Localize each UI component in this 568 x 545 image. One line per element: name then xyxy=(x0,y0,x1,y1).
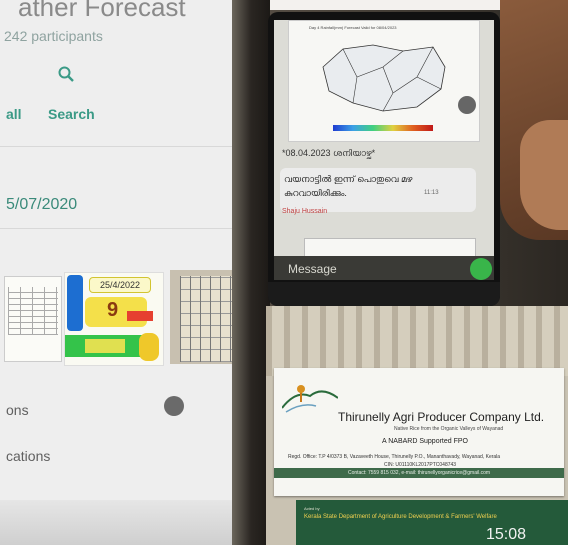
table-pattern xyxy=(266,306,568,376)
call-button[interactable]: all xyxy=(6,106,22,122)
map-title: Day 4 Rainfall(mm) Forecast Valid for 08… xyxy=(309,25,397,30)
message-line-1: വയനാട്ടിൽ ഇന്ന് പൊതുവെ മഴ xyxy=(284,174,413,184)
group-title: ather Forecast xyxy=(18,0,186,22)
share-icon[interactable] xyxy=(458,96,476,114)
option-communications[interactable]: cations xyxy=(6,448,50,464)
media-thumb-forecast[interactable]: 25/4/2022 9 xyxy=(64,272,164,366)
divider xyxy=(0,228,250,229)
mountain-logo-icon xyxy=(282,385,338,413)
sender-name: Shaju Hussain xyxy=(282,208,328,215)
contact-strip: Contact: 7559 815 032, e-mail: thirunell… xyxy=(274,468,564,478)
created-date: 5/07/2020 xyxy=(6,196,78,213)
registered-office: Regd. Office: T.P 4/0373 B, Vazaveeth Ho… xyxy=(288,454,501,460)
search-icon[interactable] xyxy=(58,66,74,82)
status-clock: 15:08 xyxy=(486,526,527,543)
thumb-number: 9 xyxy=(107,299,119,321)
message-time: 11:13 xyxy=(424,190,439,196)
left-phone-screen: ather Forecast 242 participants all Sear… xyxy=(0,0,250,545)
message-line-2: കുറവായിരിക്കും. xyxy=(284,188,347,198)
search-button[interactable]: Search xyxy=(48,106,95,122)
dark-gap xyxy=(232,0,270,545)
business-card: Thirunelly Agri Producer Company Ltd. Na… xyxy=(274,368,564,496)
media-thumb-table[interactable] xyxy=(4,276,62,362)
district-map xyxy=(322,44,446,112)
nabard-label: A NABARD Supported FPO xyxy=(382,438,468,445)
chat-screen: Day 4 Rainfall(mm) Forecast Valid for 08… xyxy=(274,20,494,280)
thumb-date: 25/4/2022 xyxy=(89,277,151,293)
message-input[interactable]: Message xyxy=(288,262,337,276)
participants-count: 242 participants xyxy=(4,28,103,44)
media-thumbnails: 25/4/2022 9 xyxy=(4,270,250,366)
department-board: Acted by Kerala State Department of Agri… xyxy=(296,500,568,545)
forecast-card-2[interactable] xyxy=(304,238,476,258)
hand-finger xyxy=(520,120,568,230)
divider xyxy=(0,146,250,147)
department-name: Kerala State Department of Agriculture D… xyxy=(304,514,497,520)
right-phone: Day 4 Rainfall(mm) Forecast Valid for 08… xyxy=(268,12,500,306)
company-tagline: Native Rice from the Organic Valleys of … xyxy=(394,426,504,432)
left-phone-bottom xyxy=(0,500,250,545)
toggle-switch[interactable] xyxy=(164,396,184,416)
company-name: Thirunelly Agri Producer Company Ltd. xyxy=(338,410,545,424)
color-legend xyxy=(333,125,433,131)
mic-button[interactable] xyxy=(470,258,492,280)
android-nav-bar xyxy=(268,282,500,306)
forecast-map-card[interactable]: Day 4 Rainfall(mm) Forecast Valid for 08… xyxy=(288,20,480,142)
option-notifications[interactable]: ons xyxy=(6,402,29,418)
photo-scene: ather Forecast 242 participants all Sear… xyxy=(0,0,568,545)
acted-by: Acted by xyxy=(304,506,320,511)
message-date: *08.04.2023 ശനിയാഴ്ച* xyxy=(282,148,376,158)
